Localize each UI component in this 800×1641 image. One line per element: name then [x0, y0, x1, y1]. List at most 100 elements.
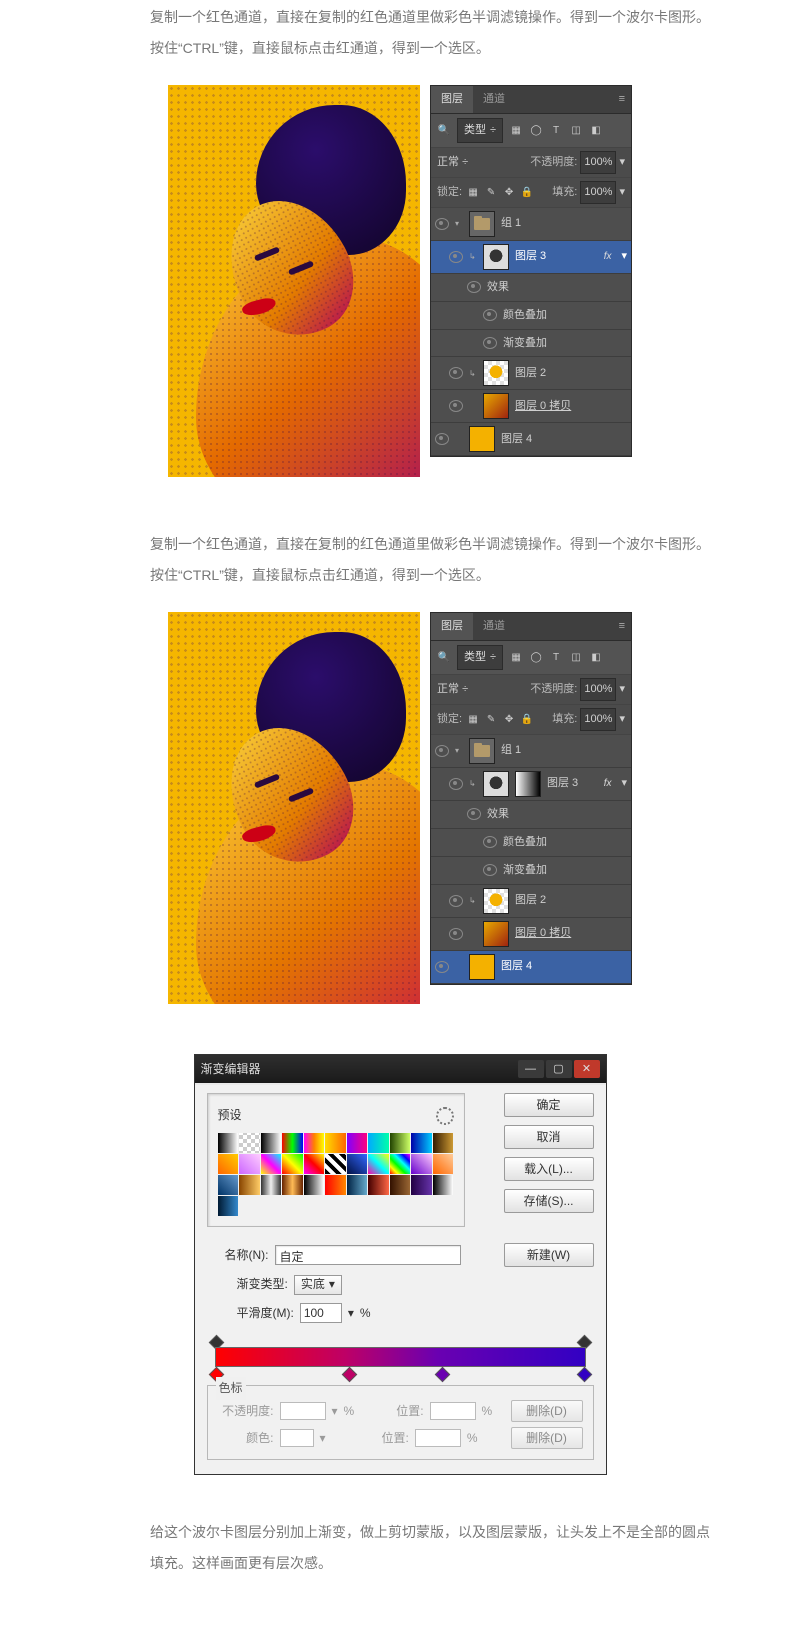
preset-swatch[interactable] — [218, 1133, 239, 1153]
chevron-down-icon[interactable]: ▾ — [619, 182, 625, 203]
preset-swatch[interactable] — [282, 1154, 303, 1174]
filter-shape-icon[interactable]: ◫ — [569, 651, 583, 665]
preset-swatch[interactable] — [347, 1175, 368, 1195]
gradient-ramp[interactable] — [215, 1335, 586, 1375]
preset-swatch[interactable] — [218, 1175, 239, 1195]
visibility-icon[interactable] — [435, 961, 449, 973]
close-button[interactable]: ✕ — [574, 1060, 600, 1078]
layer-group-row[interactable]: ▾ 组 1 — [431, 208, 631, 241]
effect-color-overlay[interactable]: 颜色叠加 — [431, 302, 631, 330]
preset-swatch[interactable] — [390, 1154, 411, 1174]
preset-swatch[interactable] — [390, 1133, 411, 1153]
search-icon[interactable]: 🔍 — [437, 124, 451, 138]
layer-row-2[interactable]: ↳ 图层 2 — [431, 357, 631, 390]
visibility-icon[interactable] — [483, 337, 497, 349]
lock-all-icon[interactable]: 🔒 — [520, 712, 534, 726]
layer-row-4[interactable]: 图层 4 — [431, 951, 631, 984]
fx-icon[interactable]: fx — [604, 774, 612, 793]
preset-swatch[interactable] — [239, 1154, 260, 1174]
chevron-down-icon[interactable]: ▾ — [619, 152, 625, 173]
tab-layers[interactable]: 图层 — [431, 613, 473, 640]
layer-row-0copy[interactable]: 图层 0 拷贝 — [431, 390, 631, 423]
filter-image-icon[interactable]: ▦ — [509, 651, 523, 665]
chevron-down-icon[interactable]: ▾ — [621, 773, 627, 794]
lock-position-icon[interactable]: ✥ — [502, 712, 516, 726]
preset-swatch[interactable] — [368, 1154, 389, 1174]
visibility-icon[interactable] — [483, 309, 497, 321]
layer-row-4[interactable]: 图层 4 — [431, 423, 631, 456]
preset-swatch[interactable] — [282, 1133, 303, 1153]
color-stop[interactable] — [342, 1366, 358, 1382]
preset-swatch[interactable] — [304, 1175, 325, 1195]
visibility-icon[interactable] — [449, 778, 463, 790]
filter-text-icon[interactable]: T — [549, 651, 563, 665]
preset-swatch[interactable] — [433, 1154, 454, 1174]
preset-swatch[interactable] — [218, 1154, 239, 1174]
filter-text-icon[interactable]: T — [549, 124, 563, 138]
effect-gradient-overlay[interactable]: 渐变叠加 — [431, 330, 631, 358]
chevron-down-icon[interactable]: ▾ — [619, 709, 625, 730]
preset-swatch[interactable] — [347, 1133, 368, 1153]
layer-row-3[interactable]: ↳ 图层 3 fx ▾ — [431, 241, 631, 274]
preset-swatch[interactable] — [390, 1175, 411, 1195]
cancel-button[interactable]: 取消 — [504, 1125, 594, 1149]
preset-swatch[interactable] — [325, 1175, 346, 1195]
new-button[interactable]: 新建(W) — [504, 1243, 594, 1267]
maximize-button[interactable]: ▢ — [546, 1060, 572, 1078]
gradient-bar[interactable] — [215, 1347, 586, 1367]
tab-layers[interactable]: 图层 — [431, 86, 473, 113]
preset-swatch[interactable] — [368, 1133, 389, 1153]
opacity-value[interactable]: 100% — [580, 678, 616, 701]
visibility-icon[interactable] — [435, 218, 449, 230]
effects-row[interactable]: 效果 — [431, 801, 631, 829]
gradient-type-select[interactable]: 实底 ▾ — [294, 1275, 342, 1295]
preset-swatch[interactable] — [218, 1196, 239, 1216]
blend-mode-select[interactable]: 正常 ÷ — [437, 679, 468, 700]
visibility-icon[interactable] — [449, 928, 463, 940]
layer-row-3[interactable]: ↳ 图层 3 fx ▾ — [431, 768, 631, 801]
preset-swatch[interactable] — [261, 1133, 282, 1153]
effects-row[interactable]: 效果 — [431, 274, 631, 302]
tab-channels[interactable]: 通道 — [473, 86, 515, 113]
color-stop[interactable] — [576, 1366, 592, 1382]
layer-group-row[interactable]: ▾ 组 1 — [431, 735, 631, 768]
preset-swatch[interactable] — [282, 1175, 303, 1195]
preset-swatch[interactable] — [325, 1154, 346, 1174]
dialog-titlebar[interactable]: 渐变编辑器 — ▢ ✕ — [195, 1055, 606, 1083]
search-icon[interactable]: 🔍 — [437, 651, 451, 665]
preset-swatch[interactable] — [261, 1175, 282, 1195]
fill-value[interactable]: 100% — [580, 708, 616, 731]
lock-paint-icon[interactable]: ✎ — [484, 185, 498, 199]
effect-gradient-overlay[interactable]: 渐变叠加 — [431, 857, 631, 885]
preset-swatch[interactable] — [261, 1154, 282, 1174]
preset-swatch[interactable] — [347, 1154, 368, 1174]
lock-all-icon[interactable]: 🔒 — [520, 185, 534, 199]
filter-smart-icon[interactable]: ◧ — [589, 651, 603, 665]
preset-swatch[interactable] — [239, 1133, 260, 1153]
preset-swatch[interactable] — [368, 1175, 389, 1195]
ok-button[interactable]: 确定 — [504, 1093, 594, 1117]
minimize-button[interactable]: — — [518, 1060, 544, 1078]
filter-adjust-icon[interactable]: ◯ — [529, 651, 543, 665]
preset-swatch[interactable] — [433, 1175, 454, 1195]
chevron-down-icon[interactable]: ▾ — [348, 1302, 354, 1325]
visibility-icon[interactable] — [483, 864, 497, 876]
preset-swatch[interactable] — [304, 1133, 325, 1153]
layer-row-0copy[interactable]: 图层 0 拷贝 — [431, 918, 631, 951]
lock-transparent-icon[interactable]: ▦ — [466, 712, 480, 726]
filter-image-icon[interactable]: ▦ — [509, 124, 523, 138]
visibility-icon[interactable] — [449, 895, 463, 907]
visibility-icon[interactable] — [483, 836, 497, 848]
fill-value[interactable]: 100% — [580, 181, 616, 204]
preset-swatch[interactable] — [411, 1133, 432, 1153]
tab-channels[interactable]: 通道 — [473, 613, 515, 640]
filter-adjust-icon[interactable]: ◯ — [529, 124, 543, 138]
gear-icon[interactable] — [436, 1107, 454, 1125]
filter-shape-icon[interactable]: ◫ — [569, 124, 583, 138]
visibility-icon[interactable] — [449, 367, 463, 379]
load-button[interactable]: 载入(L)... — [504, 1157, 594, 1181]
visibility-icon[interactable] — [449, 400, 463, 412]
save-button[interactable]: 存储(S)... — [504, 1189, 594, 1213]
visibility-icon[interactable] — [435, 745, 449, 757]
chevron-down-icon[interactable]: ▾ — [619, 679, 625, 700]
